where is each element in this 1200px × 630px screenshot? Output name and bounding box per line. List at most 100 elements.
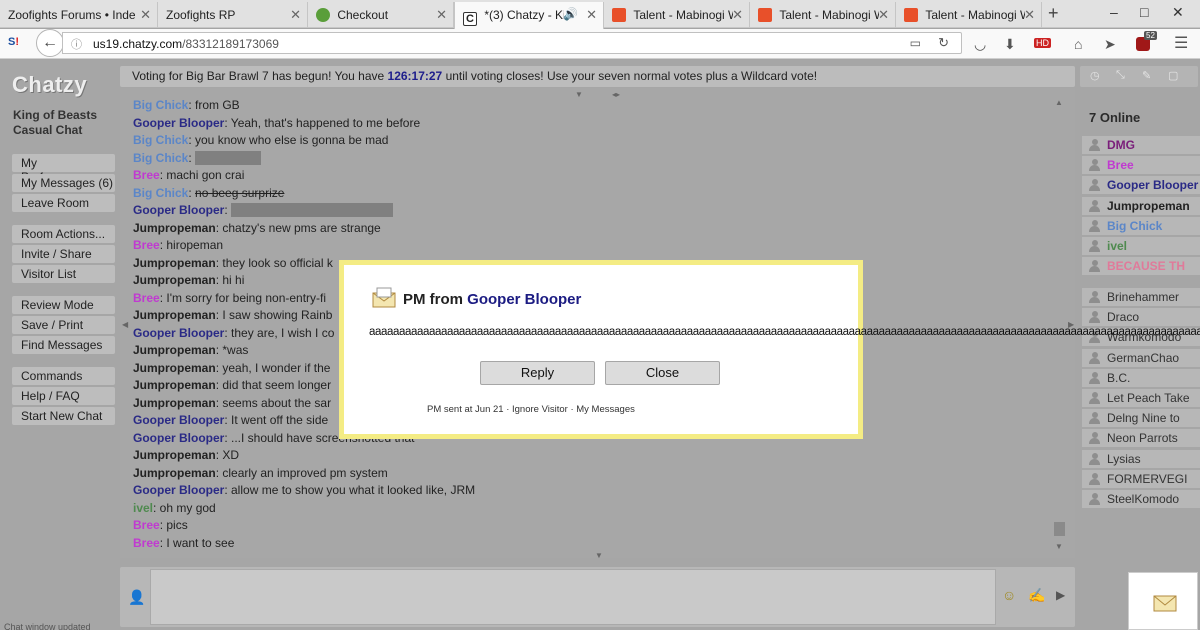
close-tab-icon[interactable]: ✕ bbox=[732, 7, 743, 23]
online-user[interactable]: Jumpropeman bbox=[1082, 196, 1200, 215]
message-username[interactable]: Gooper Blooper bbox=[133, 326, 224, 340]
smiley-icon[interactable]: ☺ bbox=[1002, 587, 1016, 603]
message-input[interactable] bbox=[150, 569, 996, 625]
message-username[interactable]: Bree bbox=[133, 518, 160, 532]
download-icon[interactable]: ⬇ bbox=[1004, 36, 1016, 53]
message-username[interactable]: Jumpropeman bbox=[133, 221, 216, 235]
browser-tab-5[interactable]: Talent - Mabinogi W ✕ bbox=[750, 2, 896, 28]
reload-icon[interactable]: ↻ bbox=[938, 35, 949, 51]
away-user[interactable]: Delng Nine to bbox=[1082, 409, 1200, 428]
online-user[interactable]: BECAUSE TH bbox=[1082, 257, 1200, 276]
away-user[interactable]: FORMERVEGI bbox=[1082, 469, 1200, 488]
minimize-button[interactable]: – bbox=[1110, 4, 1118, 20]
browser-tab-1[interactable]: Zoofights RP ✕ bbox=[158, 2, 308, 28]
new-tab-button[interactable]: + bbox=[1048, 3, 1059, 24]
menu-room-actions[interactable]: Room Actions... bbox=[12, 225, 115, 243]
menu-invite-share[interactable]: Invite / Share bbox=[12, 245, 115, 263]
maximize-button[interactable]: □ bbox=[1140, 4, 1148, 20]
menu-icon[interactable]: ☰ bbox=[1174, 33, 1188, 53]
reply-button[interactable]: Reply bbox=[480, 361, 595, 385]
panel-left-arrow-icon[interactable]: ◀ bbox=[122, 320, 128, 329]
send-arrow-icon[interactable]: ▶ bbox=[1056, 588, 1065, 602]
message-username[interactable]: Bree bbox=[133, 291, 160, 305]
browser-tab-chatzy[interactable]: C *(3) Chatzy - Kin 🔊 ✕ bbox=[454, 2, 604, 29]
info-icon[interactable]: ⓘ bbox=[71, 36, 82, 52]
message-username[interactable]: Jumpropeman bbox=[133, 466, 216, 480]
message-username[interactable]: Big Chick bbox=[133, 133, 188, 147]
close-tab-icon[interactable]: ✕ bbox=[290, 7, 301, 23]
browser-tab-0[interactable]: Zoofights Forums • Inde ✕ bbox=[0, 2, 158, 28]
message-username[interactable]: Gooper Blooper bbox=[133, 203, 224, 217]
away-user[interactable]: GermanChao bbox=[1082, 348, 1200, 367]
close-tab-icon[interactable]: ✕ bbox=[586, 7, 597, 23]
online-user[interactable]: Gooper Blooper bbox=[1082, 176, 1200, 195]
menu-visitor-list[interactable]: Visitor List bbox=[12, 265, 115, 283]
message-username[interactable]: Big Chick bbox=[133, 151, 188, 165]
message-username[interactable]: Gooper Blooper bbox=[133, 413, 224, 427]
site-logo-icon[interactable]: S! bbox=[8, 36, 19, 48]
address-bar[interactable]: ⓘ us19.chatzy.com/83312189173069 ▭ ↻ bbox=[62, 32, 962, 54]
home-icon[interactable]: ⌂ bbox=[1074, 36, 1082, 52]
away-user[interactable]: SteelKomodo bbox=[1082, 490, 1200, 508]
scroll-bottom-icon[interactable]: ▼ bbox=[1055, 542, 1063, 551]
message-username[interactable]: Jumpropeman bbox=[133, 343, 216, 357]
message-username[interactable]: Jumpropeman bbox=[133, 273, 216, 287]
menu-save-print[interactable]: Save / Print bbox=[12, 316, 115, 334]
close-window-button[interactable]: ✕ bbox=[1172, 4, 1184, 21]
scroll-thumb[interactable] bbox=[1054, 522, 1065, 536]
resize-icon[interactable]: ⤡ bbox=[1116, 69, 1125, 82]
away-user[interactable]: Lysias bbox=[1082, 449, 1200, 468]
browser-tab-4[interactable]: Talent - Mabinogi W ✕ bbox=[604, 2, 750, 28]
menu-review-mode[interactable]: Review Mode bbox=[12, 296, 115, 314]
online-user[interactable]: Bree bbox=[1082, 156, 1200, 175]
message-username[interactable]: ivel bbox=[133, 501, 153, 515]
disable-sound-icon[interactable]: ✍ bbox=[1028, 587, 1045, 604]
fullscreen-icon[interactable]: ▢ bbox=[1168, 69, 1178, 82]
message-username[interactable]: Big Chick bbox=[133, 98, 188, 112]
browser-tab-2[interactable]: Checkout ✕ bbox=[308, 2, 454, 28]
message-username[interactable]: Jumpropeman bbox=[133, 256, 216, 270]
message-username[interactable]: Jumpropeman bbox=[133, 361, 216, 375]
away-user[interactable]: Brinehammer bbox=[1082, 288, 1200, 306]
message-username[interactable]: Jumpropeman bbox=[133, 448, 216, 462]
close-tab-icon[interactable]: ✕ bbox=[140, 7, 151, 23]
chatzy-logo[interactable]: Chatzy bbox=[12, 72, 87, 98]
message-username[interactable]: Gooper Blooper bbox=[133, 116, 224, 130]
menu-leave-room[interactable]: Leave Room bbox=[12, 194, 115, 212]
away-user[interactable]: Let Peach Take bbox=[1082, 389, 1200, 407]
menu-commands[interactable]: Commands bbox=[12, 367, 115, 385]
close-tab-icon[interactable]: ✕ bbox=[1024, 7, 1035, 23]
edit-icon[interactable]: ✎ bbox=[1142, 69, 1151, 82]
online-user[interactable]: ivel bbox=[1082, 237, 1200, 255]
close-button[interactable]: Close bbox=[605, 361, 720, 385]
away-user[interactable]: Neon Parrots bbox=[1082, 429, 1200, 448]
menu-help-faq[interactable]: Help / FAQ bbox=[12, 387, 115, 405]
message-username[interactable]: Big Chick bbox=[133, 186, 188, 200]
back-button[interactable]: ← bbox=[36, 29, 64, 57]
message-username[interactable]: Gooper Blooper bbox=[133, 431, 224, 445]
away-user[interactable]: B.C. bbox=[1082, 368, 1200, 387]
message-username[interactable]: Gooper Blooper bbox=[133, 483, 224, 497]
speaker-icon[interactable]: 🔊 bbox=[563, 7, 578, 21]
menu-start-new-chat[interactable]: Start New Chat bbox=[12, 407, 115, 425]
scroll-up-icon[interactable]: ▲ bbox=[1055, 98, 1063, 107]
message-username[interactable]: Bree bbox=[133, 168, 160, 182]
pm-sender[interactable]: Gooper Blooper bbox=[467, 291, 581, 308]
message-username[interactable]: Bree bbox=[133, 536, 160, 550]
browser-tab-6[interactable]: Talent - Mabinogi W ✕ bbox=[896, 2, 1042, 28]
menu-my-preferences[interactable]: My Preferences... bbox=[12, 154, 115, 184]
clock-icon[interactable]: ◷ bbox=[1090, 69, 1100, 82]
menu-find-messages[interactable]: Find Messages bbox=[12, 336, 115, 354]
message-username[interactable]: Jumpropeman bbox=[133, 308, 216, 322]
hd-icon[interactable]: HD bbox=[1034, 38, 1051, 48]
scroll-down-arrow-icon[interactable]: ▼ bbox=[595, 551, 603, 560]
reader-view-icon[interactable]: ▭ bbox=[910, 36, 921, 50]
message-username[interactable]: Bree bbox=[133, 238, 160, 252]
message-username[interactable]: Jumpropeman bbox=[133, 396, 216, 410]
pm-notification-box[interactable] bbox=[1128, 572, 1198, 630]
away-user[interactable]: Draco bbox=[1082, 308, 1200, 327]
menu-my-messages[interactable]: My Messages (6) bbox=[12, 174, 115, 192]
message-username[interactable]: Jumpropeman bbox=[133, 378, 216, 392]
online-user[interactable]: DMG bbox=[1082, 136, 1200, 154]
send-icon[interactable]: ➤ bbox=[1104, 36, 1116, 53]
